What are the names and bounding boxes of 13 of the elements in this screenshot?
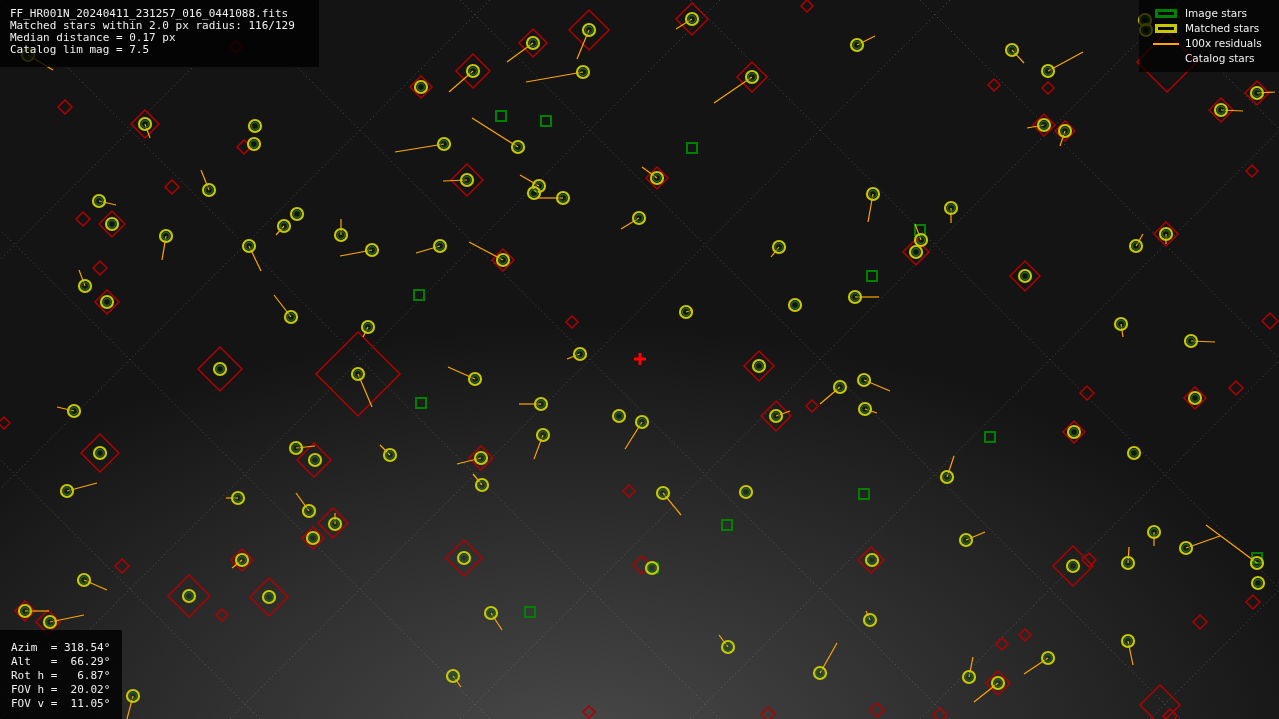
legend-label: Matched stars	[1185, 21, 1260, 36]
legend-label: Catalog stars	[1185, 51, 1255, 66]
info-text: Catalog lim mag = 7.5	[10, 44, 150, 56]
pointing-text: Rot h = 6.87°	[11, 669, 111, 683]
pointing-text: FOV h = 20.02°	[11, 683, 111, 697]
pointing-text: Azim = 318.54°	[11, 641, 111, 655]
info-text: Median distance = 0.17 px	[10, 32, 176, 44]
info-text: FF_HR001N_20240411_231257_016_0441088.fits	[10, 8, 289, 20]
legend-label: Image stars	[1185, 6, 1248, 21]
pointing-text: FOV v = 11.05°	[11, 697, 111, 711]
info-text: Matched stars within 2.0 px radius: 116/129	[10, 20, 295, 32]
pointing-text: Alt = 66.29°	[11, 655, 111, 669]
legend-label: 100x residuals	[1185, 36, 1262, 51]
